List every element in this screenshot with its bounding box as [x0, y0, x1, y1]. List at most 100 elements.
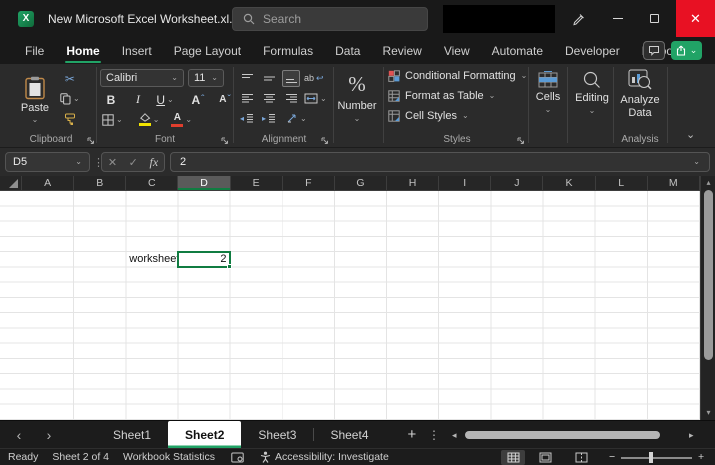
ribbon-tab-automate[interactable]: Automate: [481, 38, 554, 64]
hscroll-right-icon[interactable]: ▸: [689, 430, 694, 441]
align-right-button[interactable]: [282, 90, 300, 107]
ribbon-tab-developer[interactable]: Developer: [554, 38, 631, 64]
column-header-a[interactable]: A: [22, 176, 74, 191]
merge-center-button[interactable]: ⌄: [304, 90, 327, 107]
zoom-slider-track[interactable]: [621, 457, 692, 459]
ribbon-tab-insert[interactable]: Insert: [111, 38, 163, 64]
comments-button[interactable]: [643, 41, 665, 60]
bold-button[interactable]: B: [102, 91, 120, 108]
column-header-l[interactable]: L: [596, 176, 648, 191]
page-layout-view-button[interactable]: [533, 450, 557, 465]
close-button[interactable]: ✕: [676, 0, 715, 37]
cancel-entry-button[interactable]: ✕: [108, 156, 117, 169]
fill-handle[interactable]: [227, 264, 232, 269]
decrease-indent-button[interactable]: ◂: [238, 110, 256, 127]
new-sheet-button[interactable]: +: [408, 426, 417, 443]
search-input[interactable]: Search: [232, 7, 428, 31]
top-align-button[interactable]: [238, 70, 256, 87]
column-header-j[interactable]: J: [491, 176, 543, 191]
column-header-m[interactable]: M: [648, 176, 700, 191]
borders-button[interactable]: ⌄: [102, 111, 123, 128]
sheet-tab-sheet3[interactable]: Sheet3: [241, 421, 313, 448]
paste-button[interactable]: Paste ⌄: [16, 69, 54, 131]
editing-button[interactable]: Editing ⌄: [570, 71, 614, 115]
column-header-d[interactable]: D: [178, 176, 230, 191]
increase-indent-button[interactable]: ▸: [260, 110, 278, 127]
format-painter-button[interactable]: [60, 110, 80, 127]
zoom-out-button[interactable]: −: [609, 449, 615, 465]
column-header-c[interactable]: C: [126, 176, 178, 191]
conditional-formatting-button[interactable]: Conditional Formatting ⌄: [388, 70, 527, 82]
italic-button[interactable]: I: [129, 91, 147, 108]
column-header-f[interactable]: F: [283, 176, 335, 191]
hscroll-left-icon[interactable]: ◂: [452, 430, 457, 441]
formula-input[interactable]: 2 ⌄: [170, 152, 710, 172]
align-left-button[interactable]: [238, 90, 256, 107]
cut-button[interactable]: ✂: [60, 70, 80, 87]
decrease-font-button[interactable]: Aˇ: [216, 91, 234, 108]
sheet-nav-right-button[interactable]: ›: [40, 427, 58, 443]
column-header-e[interactable]: E: [231, 176, 283, 191]
font-dialog-launcher[interactable]: [221, 137, 229, 145]
column-header-b[interactable]: B: [74, 176, 126, 191]
orientation-button[interactable]: ⌄: [286, 110, 307, 127]
vertical-scrollbar-thumb[interactable]: [704, 190, 713, 360]
cells-button[interactable]: Cells ⌄: [530, 71, 566, 114]
select-all-button[interactable]: [0, 176, 22, 191]
middle-align-button[interactable]: [260, 70, 278, 87]
cell-D5[interactable]: 2: [177, 251, 231, 268]
minimize-button[interactable]: [601, 0, 635, 37]
accessibility-status-button[interactable]: Accessibility: Investigate: [260, 451, 389, 463]
share-button[interactable]: ⌄: [671, 41, 702, 60]
ribbon-tab-kutools-plus[interactable]: Kutools Plus: [708, 38, 715, 64]
vertical-scrollbar[interactable]: ▴ ▾: [700, 176, 715, 420]
normal-view-button[interactable]: [501, 450, 525, 465]
name-box[interactable]: D5 ⌄: [5, 152, 90, 172]
alignment-dialog-launcher[interactable]: [321, 137, 329, 145]
increase-font-button[interactable]: Aˆ: [189, 91, 207, 108]
styles-dialog-launcher[interactable]: [517, 137, 525, 145]
sheet-tab-sheet4[interactable]: Sheet4: [313, 421, 385, 448]
sheet-tab-sheet2[interactable]: Sheet2: [168, 421, 241, 448]
font-color-button[interactable]: A ⌄: [171, 111, 192, 128]
cell-C5[interactable]: worksheet: [126, 252, 178, 267]
ribbon-tab-page-layout[interactable]: Page Layout: [163, 38, 252, 64]
align-center-button[interactable]: [260, 90, 278, 107]
sheet-options-dots-icon[interactable]: ⋮: [428, 428, 440, 442]
zoom-slider-thumb[interactable]: [649, 452, 653, 463]
horizontal-scrollbar-thumb[interactable]: [465, 431, 660, 439]
cells-area[interactable]: worksheet2: [0, 191, 700, 420]
bottom-align-button[interactable]: [282, 70, 300, 87]
scroll-up-icon[interactable]: ▴: [701, 176, 715, 189]
scroll-down-icon[interactable]: ▾: [701, 406, 715, 419]
maximize-button[interactable]: [637, 0, 671, 37]
workbook-statistics-button[interactable]: Workbook Statistics: [123, 451, 215, 463]
formula-bar-expand-chevron[interactable]: ⌄: [693, 158, 700, 166]
underline-button[interactable]: U⌄: [156, 91, 174, 108]
font-name-select[interactable]: Calibri⌄: [100, 69, 184, 87]
copy-button[interactable]: ⌄: [60, 90, 80, 107]
font-size-select[interactable]: 11⌄: [188, 69, 224, 87]
column-header-i[interactable]: I: [439, 176, 491, 191]
fill-color-button[interactable]: ⌄: [139, 111, 160, 128]
page-break-view-button[interactable]: [569, 450, 593, 465]
ribbon-tab-view[interactable]: View: [433, 38, 481, 64]
excel-app-icon[interactable]: X: [18, 11, 34, 27]
column-header-h[interactable]: H: [387, 176, 439, 191]
column-header-g[interactable]: G: [335, 176, 387, 191]
sheet-tab-sheet1[interactable]: Sheet1: [96, 421, 168, 448]
ribbon-tab-review[interactable]: Review: [371, 38, 432, 64]
ink-pen-button[interactable]: [561, 0, 595, 37]
ribbon-collapse-chevron[interactable]: ⌄: [686, 130, 695, 141]
clipboard-dialog-launcher[interactable]: [87, 137, 95, 145]
column-header-k[interactable]: K: [543, 176, 595, 191]
analyze-data-button[interactable]: Analyze Data: [615, 69, 665, 120]
number-format-button[interactable]: % Number ⌄: [331, 72, 383, 123]
zoom-in-button[interactable]: +: [698, 449, 704, 465]
confirm-entry-button[interactable]: ✓: [129, 156, 138, 169]
cell-styles-button[interactable]: Cell Styles ⌄: [388, 110, 469, 122]
insert-function-button[interactable]: fx: [150, 155, 159, 170]
format-as-table-button[interactable]: Format as Table ⌄: [388, 90, 495, 102]
ribbon-tab-formulas[interactable]: Formulas: [252, 38, 324, 64]
ribbon-tab-home[interactable]: Home: [55, 38, 110, 64]
